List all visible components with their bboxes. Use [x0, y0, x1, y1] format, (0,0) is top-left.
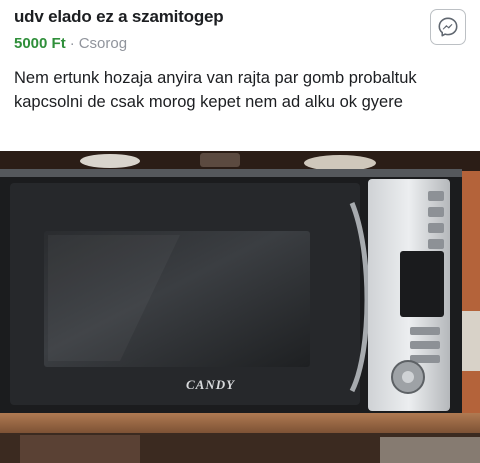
message-seller-button[interactable]: [430, 9, 466, 45]
microwave-photo: CANDY: [0, 151, 480, 463]
candy-logo: CANDY: [186, 377, 235, 392]
listing-description: Nem ertunk hozaja anyira van rajta par g…: [14, 69, 417, 111]
listing-photo[interactable]: CANDY: [0, 151, 480, 463]
messenger-icon: [438, 17, 458, 37]
listing-header: udv elado ez a szamitogep 5000 Ft · Csorog: [14, 6, 414, 54]
meta-separator: ·: [69, 35, 75, 52]
listing-title: udv elado ez a szamitogep: [14, 7, 224, 26]
listing-meta: 5000 Ft · Csorog: [14, 34, 414, 54]
listing-price: 5000 Ft: [14, 35, 66, 52]
listing-location: Csorog: [78, 35, 128, 52]
